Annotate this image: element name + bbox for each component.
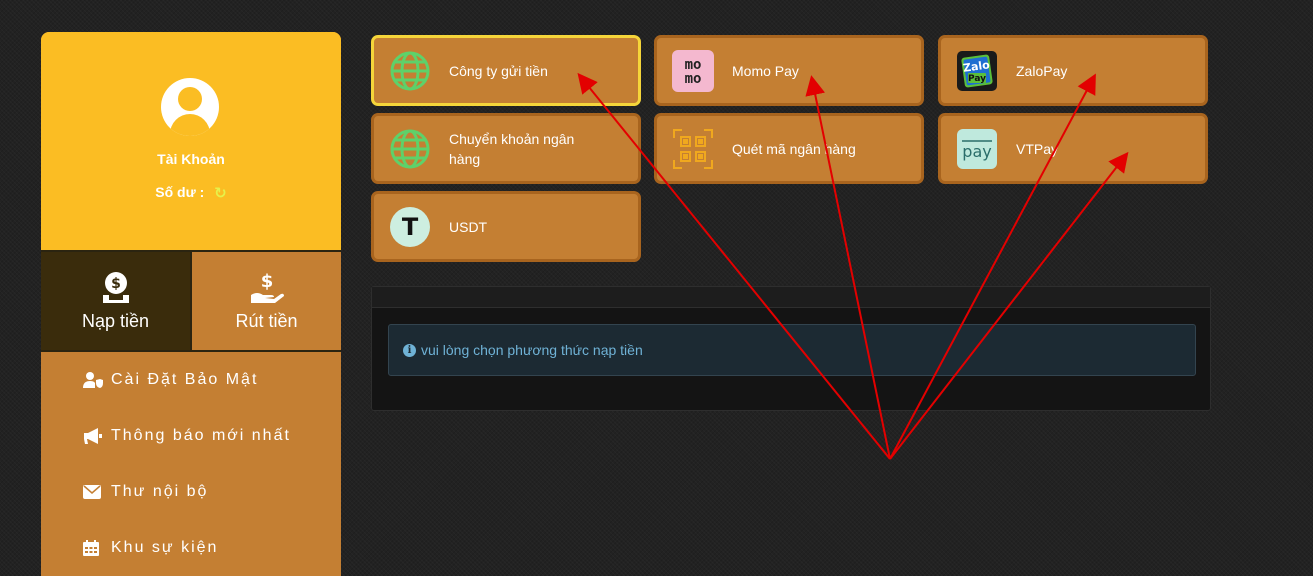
menu-item-events[interactable]: Khu sự kiện xyxy=(41,520,341,576)
method-bank-transfer[interactable]: Chuyển khoản ngân hàng xyxy=(371,113,641,184)
momo-logo-text: mo xyxy=(685,71,702,87)
menu-item-security[interactable]: Cài Đặt Bảo Mật xyxy=(41,352,341,408)
method-label: Momo Pay xyxy=(732,62,799,79)
method-vtpay[interactable]: pay VTPay xyxy=(938,113,1208,184)
menu-item-label: Cài Đặt Bảo Mật xyxy=(111,371,259,388)
momo-logo-icon: mo mo xyxy=(672,49,714,92)
account-label: Tài Khoản xyxy=(157,151,225,167)
panel-header xyxy=(372,287,1210,308)
zalopay-logo-icon: Zalo Pay xyxy=(956,50,998,92)
method-label: USDT xyxy=(449,218,488,235)
method-zalopay[interactable]: Zalo Pay ZaloPay xyxy=(938,35,1208,106)
globe-icon xyxy=(389,128,431,170)
user-shield-icon xyxy=(83,372,105,388)
svg-text:$: $ xyxy=(111,276,121,292)
money-bag-icon: $ xyxy=(102,271,129,303)
calendar-icon xyxy=(83,540,105,556)
method-company-deposit[interactable]: Công ty gửi tiền xyxy=(371,35,641,106)
megaphone-icon xyxy=(83,428,105,444)
profile-header: Tài Khoản Số dư : ↻ xyxy=(41,32,341,250)
notice-text: vui lòng chọn phương thức nạp tiền xyxy=(421,342,643,358)
globe-icon xyxy=(389,50,431,92)
balance-label: Số dư : xyxy=(155,184,205,200)
menu-item-label: Khu sự kiện xyxy=(111,539,219,556)
account-sidebar: Tài Khoản Số dư : ↻ $ Nạp tiền $ Rút tiề… xyxy=(41,32,341,576)
menu-item-label: Thư nội bộ xyxy=(111,483,209,500)
vtpay-logo-text: pay xyxy=(962,142,991,161)
method-label: Chuyển khoản ngân hàng xyxy=(449,130,575,167)
qr-code-icon xyxy=(672,128,714,170)
avatar-icon xyxy=(161,78,219,136)
deposit-button[interactable]: $ Nạp tiền xyxy=(41,252,192,350)
envelope-icon xyxy=(83,485,105,499)
tether-icon: T xyxy=(389,206,431,248)
method-label: Công ty gửi tiền xyxy=(449,62,548,79)
deposit-label: Nạp tiền xyxy=(81,310,150,331)
refresh-icon[interactable]: ↻ xyxy=(214,184,227,202)
method-usdt[interactable]: T USDT xyxy=(371,191,641,262)
menu-item-inbox[interactable]: Thư nội bộ xyxy=(41,464,341,520)
vtpay-logo-icon: pay xyxy=(956,128,998,170)
balance-row: Số dư : ↻ xyxy=(41,184,341,202)
zalo-pay-text: Pay xyxy=(968,74,986,84)
action-tabs: $ Nạp tiền $ Rút tiền xyxy=(41,250,341,352)
menu-item-notifications[interactable]: Thông báo mới nhất xyxy=(41,408,341,464)
withdraw-label: Rút tiền xyxy=(235,310,298,331)
method-label: Quét mã ngân hàng xyxy=(732,140,856,157)
menu-item-label: Thông báo mới nhất xyxy=(111,427,291,444)
deposit-info-panel: i vui lòng chọn phương thức nạp tiền xyxy=(371,286,1211,411)
method-label: VTPay xyxy=(1016,140,1059,157)
method-momo-pay[interactable]: mo mo Momo Pay xyxy=(654,35,924,106)
method-label: ZaloPay xyxy=(1016,62,1068,79)
method-bank-qr[interactable]: Quét mã ngân hàng xyxy=(654,113,924,184)
tether-logo-text: T xyxy=(402,213,419,241)
info-icon: i xyxy=(403,343,416,357)
withdraw-button[interactable]: $ Rút tiền xyxy=(192,252,341,350)
info-alert: i vui lòng chọn phương thức nạp tiền xyxy=(388,324,1196,376)
svg-text:$: $ xyxy=(260,271,273,292)
hand-money-icon: $ xyxy=(250,271,284,303)
